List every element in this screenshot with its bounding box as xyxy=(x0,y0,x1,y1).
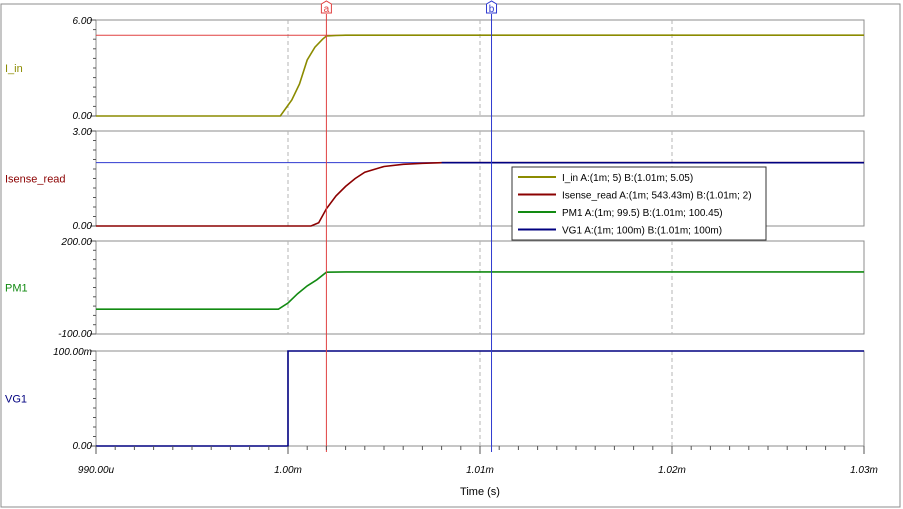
panel-pm1: 200.00 -100.00 PM1 xyxy=(5,237,865,340)
panel-vg1: 100.00m 0.00 VG1 xyxy=(5,347,865,452)
oscilloscope-chart: 6.00 0.00 I_in 3.00 0.00 Isense_read 200.00 -10… xyxy=(0,0,903,509)
legend-text: VG1 A:(1m; 100m) B:(1.01m; 100m) xyxy=(562,226,722,237)
y-axis-label: Isense_read xyxy=(5,174,66,186)
y-tick-label-top: 100.00m xyxy=(53,347,92,358)
y-tick-label-bottom: 0.00 xyxy=(73,441,93,452)
x-tick-label: 990.00u xyxy=(78,465,115,476)
y-tick-label-bottom: -100.00 xyxy=(58,329,92,340)
panel-i-in: 6.00 0.00 I_in xyxy=(5,16,865,122)
y-axis-label: PM1 xyxy=(5,283,28,295)
legend-text: PM1 A:(1m; 99.5) B:(1.01m; 100.45) xyxy=(562,208,723,219)
y-tick-label-bottom: 0.00 xyxy=(73,111,93,122)
legend-text: Isense_read A:(1m; 543.43m) B:(1.01m; 2) xyxy=(562,191,752,202)
x-tick-label: 1.01m xyxy=(466,465,494,476)
x-axis-title: Time (s) xyxy=(460,486,500,498)
y-tick-label-top: 3.00 xyxy=(73,127,93,138)
cursor-label: b xyxy=(489,4,495,15)
y-tick-label-bottom: 0.00 xyxy=(73,221,93,232)
y-tick-label-top: 200.00 xyxy=(60,237,92,248)
legend-text: I_in A:(1m; 5) B:(1.01m; 5.05) xyxy=(562,173,693,184)
y-tick-label-top: 6.00 xyxy=(73,16,93,27)
x-tick-label: 1.03m xyxy=(850,465,878,476)
x-tick-label: 1.02m xyxy=(658,465,686,476)
y-axis-label: I_in xyxy=(5,63,23,75)
x-tick-label: 1.00m xyxy=(274,465,302,476)
y-axis-label: VG1 xyxy=(5,394,27,406)
cursor-label: a xyxy=(324,4,330,15)
